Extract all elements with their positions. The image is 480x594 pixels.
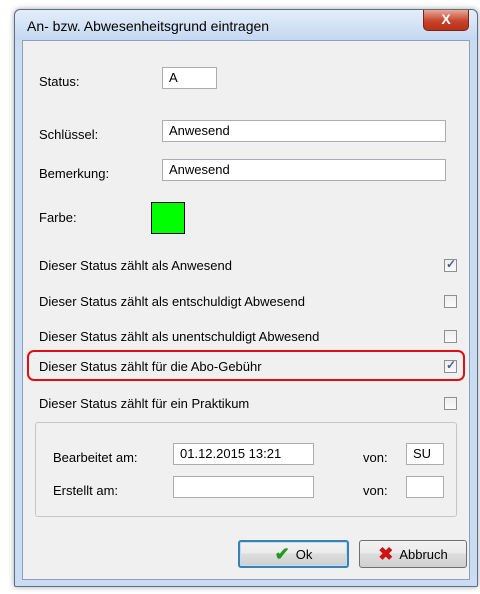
option-label-internship: Dieser Status zählt für ein Praktikum [39, 396, 250, 411]
dialog-window: An- bzw. Abwesenheitsgrund eintragen X S… [14, 9, 478, 587]
remark-input[interactable]: Anwesend [162, 159, 446, 181]
edited-by-input[interactable]: SU [406, 443, 444, 465]
edited-label: Bearbeitet am: [53, 450, 138, 465]
ok-button[interactable]: ✔ Ok [238, 540, 349, 568]
cancel-button[interactable]: ✖ Abbruch [359, 540, 467, 568]
key-label: Schlüssel: [39, 127, 99, 142]
remark-label: Bemerkung: [39, 166, 110, 181]
option-label-present: Dieser Status zählt als Anwesend [39, 258, 232, 273]
created-by-input[interactable] [406, 476, 444, 498]
color-swatch[interactable] [151, 202, 185, 234]
status-label: Status: [39, 74, 80, 89]
option-label-unexcused: Dieser Status zählt als unentschuldigt A… [39, 329, 320, 344]
color-label: Farbe: [39, 210, 77, 225]
created-input[interactable] [173, 476, 314, 498]
key-input[interactable]: Anwesend [162, 120, 446, 142]
cancel-button-label: Abbruch [399, 546, 448, 562]
option-label-excused: Dieser Status zählt als entschuldigt Abw… [39, 294, 305, 309]
option-checkbox-present[interactable] [444, 257, 457, 272]
title-bar[interactable]: An- bzw. Abwesenheitsgrund eintragen X [15, 10, 477, 40]
option-checkbox-excused[interactable] [444, 295, 457, 308]
created-by-label: von: [363, 483, 388, 498]
window-title: An- bzw. Abwesenheitsgrund eintragen [27, 18, 270, 34]
ok-button-label: Ok [295, 546, 313, 562]
created-label: Erstellt am: [53, 483, 119, 498]
cross-icon: ✖ [378, 544, 394, 564]
option-checkbox-subscription-fee[interactable] [444, 358, 457, 373]
dialog-client-area: Status: A Schlüssel: Anwesend Bemerkung:… [22, 40, 470, 580]
close-icon: X [441, 11, 451, 27]
edited-by-label: von: [363, 450, 388, 465]
audit-group [35, 422, 457, 517]
edited-input[interactable]: 01.12.2015 13:21 [173, 443, 314, 465]
option-label-subscription-fee: Dieser Status zählt für die Abo-Gebühr [39, 359, 262, 374]
status-input[interactable]: A [162, 67, 217, 89]
option-checkbox-internship[interactable] [444, 397, 457, 410]
close-button[interactable]: X [423, 10, 469, 31]
option-checkbox-unexcused[interactable] [444, 330, 457, 343]
checkmark-icon: ✔ [274, 544, 290, 564]
